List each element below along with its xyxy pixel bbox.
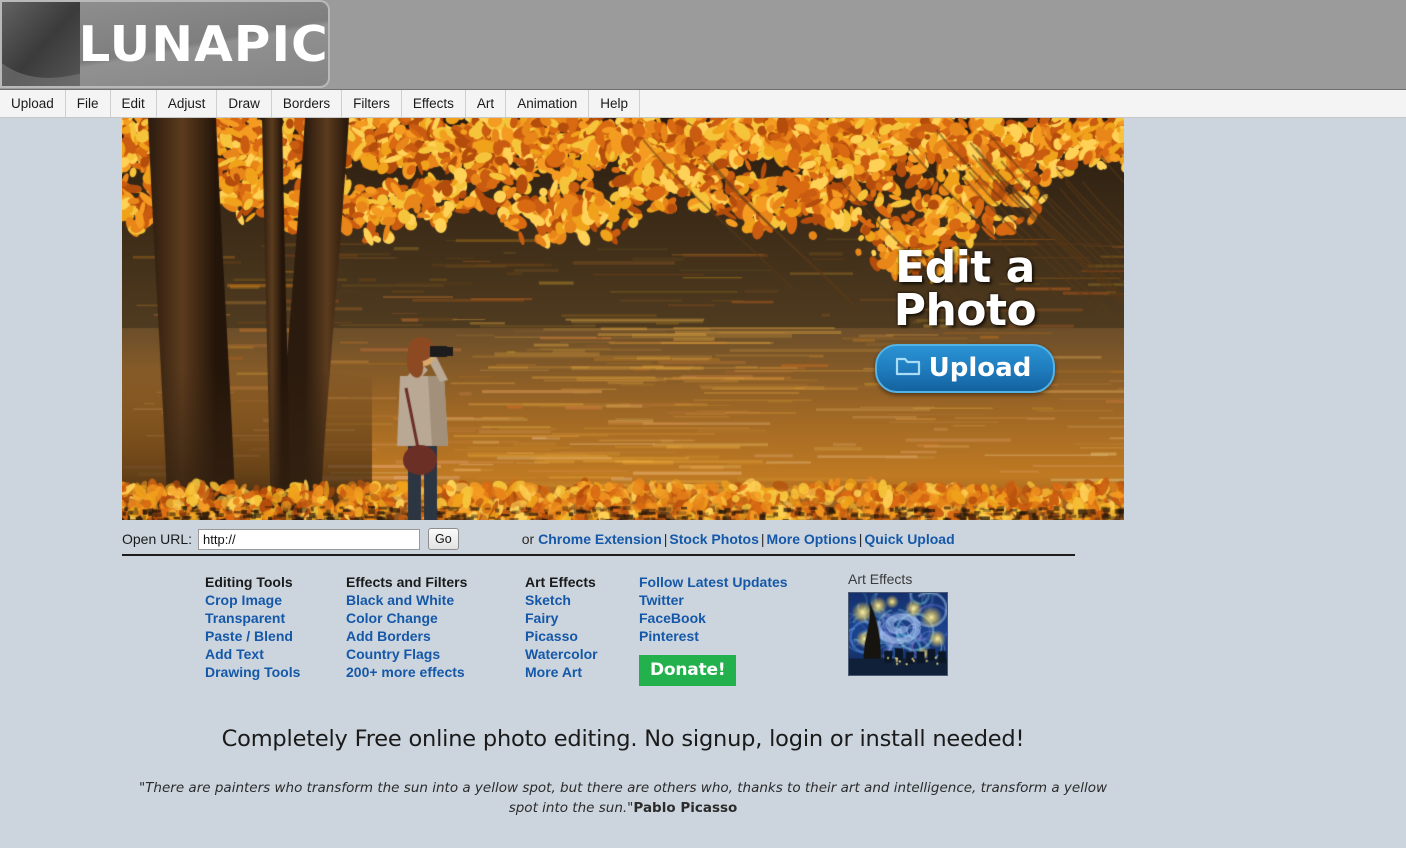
menu-item-adjust[interactable]: Adjust	[157, 90, 218, 117]
link-fairy[interactable]: Fairy	[525, 609, 639, 627]
menu-item-animation[interactable]: Animation	[506, 90, 589, 117]
link-crop-image[interactable]: Crop Image	[205, 591, 346, 609]
logo-wordmark-panel: LUNAPIC	[80, 0, 330, 88]
column-heading-effects-and-filters: Effects and Filters	[346, 573, 525, 591]
link-add-text[interactable]: Add Text	[205, 645, 346, 663]
link-sketch[interactable]: Sketch	[525, 591, 639, 609]
art-effects-preview-label: Art Effects	[848, 570, 950, 588]
crescent-moon-icon	[0, 0, 80, 88]
quote-text: "There are painters who transform the su…	[139, 780, 1107, 816]
column-editing-tools: Editing Tools Crop Image Transparent Pas…	[205, 573, 346, 681]
main-menu-bar: Upload File Edit Adjust Draw Borders Fil…	[0, 90, 1406, 118]
open-url-row: Open URL: Go or Chrome Extension |Stock P…	[122, 526, 1124, 552]
starry-night-thumbnail[interactable]	[848, 592, 948, 676]
hero-image[interactable]: Edit a Photo Upload	[122, 118, 1124, 520]
go-button[interactable]: Go	[428, 528, 459, 550]
quote-block: "There are painters who transform the su…	[123, 778, 1123, 818]
menu-item-effects[interactable]: Effects	[402, 90, 466, 117]
link-more-options[interactable]: More Options	[767, 531, 857, 547]
or-prefix: or	[522, 531, 534, 547]
link-drawing-tools[interactable]: Drawing Tools	[205, 663, 346, 681]
open-url-input[interactable]	[198, 529, 420, 550]
upload-button[interactable]: Upload	[875, 344, 1056, 393]
link-quick-upload[interactable]: Quick Upload	[864, 531, 954, 547]
menu-item-file[interactable]: File	[66, 90, 111, 117]
link-columns: Editing Tools Crop Image Transparent Pas…	[205, 573, 839, 686]
link-separator-2: |	[759, 531, 767, 547]
open-url-label: Open URL:	[122, 531, 192, 547]
column-heading-art-effects: Art Effects	[525, 573, 639, 591]
link-chrome-extension[interactable]: Chrome Extension	[538, 531, 662, 547]
link-twitter[interactable]: Twitter	[639, 591, 839, 609]
link-country-flags[interactable]: Country Flags	[346, 645, 525, 663]
secondary-links: or Chrome Extension | Stock Photos | More Op…	[522, 531, 955, 547]
column-art-effects: Art Effects Sketch Fairy Picasso Waterco…	[525, 573, 639, 681]
main-content: Edit a Photo Upload Open URL: Go or Chro…	[0, 118, 1406, 848]
hero-overlay: Edit a Photo Upload	[850, 246, 1080, 393]
link-picasso[interactable]: Picasso	[525, 627, 639, 645]
quote-author: Pablo Picasso	[633, 800, 737, 816]
menu-item-edit[interactable]: Edit	[111, 90, 157, 117]
menu-item-upload[interactable]: Upload	[0, 90, 66, 117]
logo-text: LUNAPIC	[80, 20, 329, 69]
hero-title-line1: Edit a	[850, 246, 1080, 289]
column-heading-editing-tools: Editing Tools	[205, 573, 346, 591]
hero-title: Edit a Photo	[850, 246, 1080, 332]
link-more-art[interactable]: More Art	[525, 663, 639, 681]
menu-item-art[interactable]: Art	[466, 90, 506, 117]
link-black-and-white[interactable]: Black and White	[346, 591, 525, 609]
link-add-borders[interactable]: Add Borders	[346, 627, 525, 645]
page-tagline: Completely Free online photo editing. No…	[0, 726, 1246, 752]
section-divider	[122, 554, 1075, 556]
link-more-effects[interactable]: 200+ more effects	[346, 663, 525, 681]
folder-icon	[895, 353, 921, 383]
hero-title-line2: Photo	[850, 289, 1080, 332]
upload-button-label: Upload	[929, 353, 1032, 383]
link-stock-photos[interactable]: Stock Photos	[669, 531, 758, 547]
site-logo[interactable]: LUNAPIC	[0, 0, 330, 88]
donate-button[interactable]: Donate!	[639, 655, 736, 686]
header-bar: LUNAPIC	[0, 0, 1406, 90]
link-transparent[interactable]: Transparent	[205, 609, 346, 627]
column-follow-updates: Follow Latest Updates Twitter FaceBook P…	[639, 573, 839, 686]
art-effects-preview: Art Effects	[848, 570, 950, 676]
menu-item-borders[interactable]: Borders	[272, 90, 342, 117]
link-paste-blend[interactable]: Paste / Blend	[205, 627, 346, 645]
link-color-change[interactable]: Color Change	[346, 609, 525, 627]
menu-item-filters[interactable]: Filters	[342, 90, 402, 117]
link-pinterest[interactable]: Pinterest	[639, 627, 839, 645]
column-effects-and-filters: Effects and Filters Black and White Colo…	[346, 573, 525, 681]
column-heading-follow-latest-updates[interactable]: Follow Latest Updates	[639, 573, 839, 591]
menu-item-help[interactable]: Help	[589, 90, 640, 117]
link-facebook[interactable]: FaceBook	[639, 609, 839, 627]
menu-item-draw[interactable]: Draw	[217, 90, 272, 117]
link-watercolor[interactable]: Watercolor	[525, 645, 639, 663]
